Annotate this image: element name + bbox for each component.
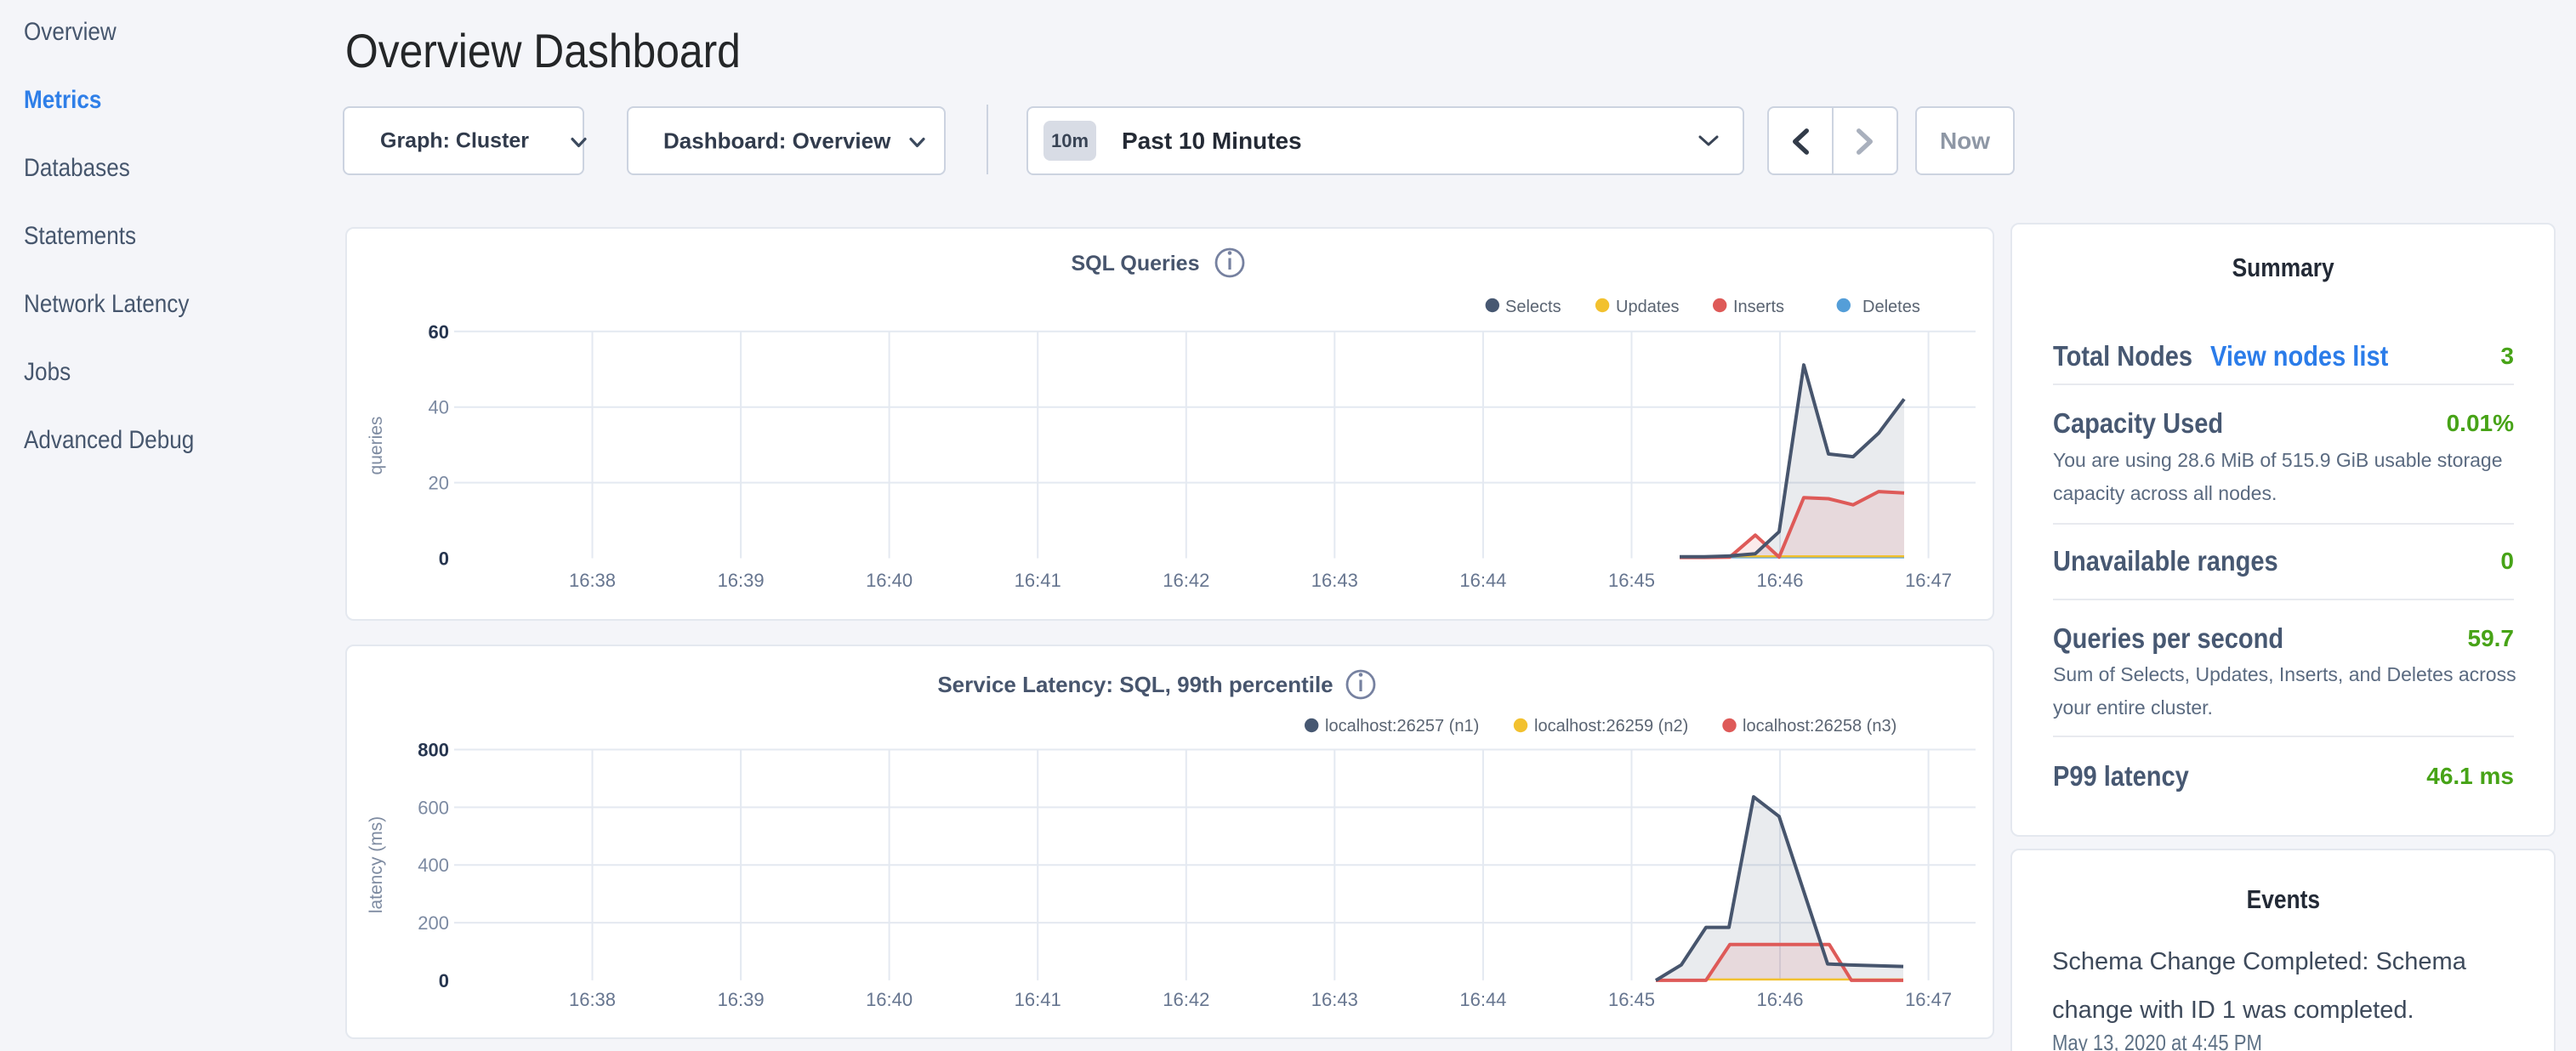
svg-text:Updates: Updates: [1616, 298, 1680, 316]
svg-text:16:39: 16:39: [718, 570, 765, 591]
svg-text:16:40: 16:40: [866, 989, 913, 1010]
svg-text:400: 400: [418, 855, 449, 876]
svg-text:200: 200: [418, 912, 449, 934]
svg-text:16:46: 16:46: [1756, 570, 1803, 591]
svg-text:Selects: Selects: [1505, 298, 1561, 316]
svg-text:16:42: 16:42: [1163, 989, 1209, 1010]
svg-text:16:41: 16:41: [1015, 989, 1061, 1010]
svg-text:16:47: 16:47: [1905, 989, 1952, 1010]
svg-text:16:47: 16:47: [1905, 570, 1952, 591]
svg-text:localhost:26259 (n2): localhost:26259 (n2): [1534, 717, 1688, 736]
svg-text:40: 40: [429, 397, 449, 418]
svg-text:0: 0: [439, 970, 449, 991]
svg-text:16:44: 16:44: [1459, 989, 1506, 1010]
svg-text:16:40: 16:40: [866, 570, 913, 591]
svg-text:16:43: 16:43: [1311, 570, 1358, 591]
svg-text:16:44: 16:44: [1459, 570, 1506, 591]
svg-text:Service Latency: SQL, 99th per: Service Latency: SQL, 99th percentile: [937, 672, 1333, 697]
svg-text:latency (ms): latency (ms): [367, 816, 386, 913]
svg-text:16:46: 16:46: [1756, 989, 1803, 1010]
svg-text:16:41: 16:41: [1015, 570, 1061, 591]
svg-text:60: 60: [429, 321, 449, 343]
svg-text:16:38: 16:38: [569, 989, 616, 1010]
svg-text:localhost:26257 (n1): localhost:26257 (n1): [1325, 717, 1479, 736]
svg-text:localhost:26258 (n3): localhost:26258 (n3): [1743, 717, 1896, 736]
svg-text:800: 800: [418, 740, 449, 761]
svg-text:16:43: 16:43: [1311, 989, 1358, 1010]
svg-text:0: 0: [439, 548, 449, 570]
svg-text:16:45: 16:45: [1608, 570, 1655, 591]
svg-text:16:42: 16:42: [1163, 570, 1209, 591]
svg-text:16:38: 16:38: [569, 570, 616, 591]
svg-text:Inserts: Inserts: [1733, 298, 1784, 316]
svg-text:queries: queries: [367, 417, 386, 475]
svg-text:16:39: 16:39: [718, 989, 765, 1010]
svg-text:SQL Queries: SQL Queries: [1072, 252, 1200, 276]
svg-text:600: 600: [418, 797, 449, 818]
svg-text:16:45: 16:45: [1608, 989, 1655, 1010]
svg-text:20: 20: [429, 473, 449, 494]
svg-text:Deletes: Deletes: [1862, 298, 1920, 316]
